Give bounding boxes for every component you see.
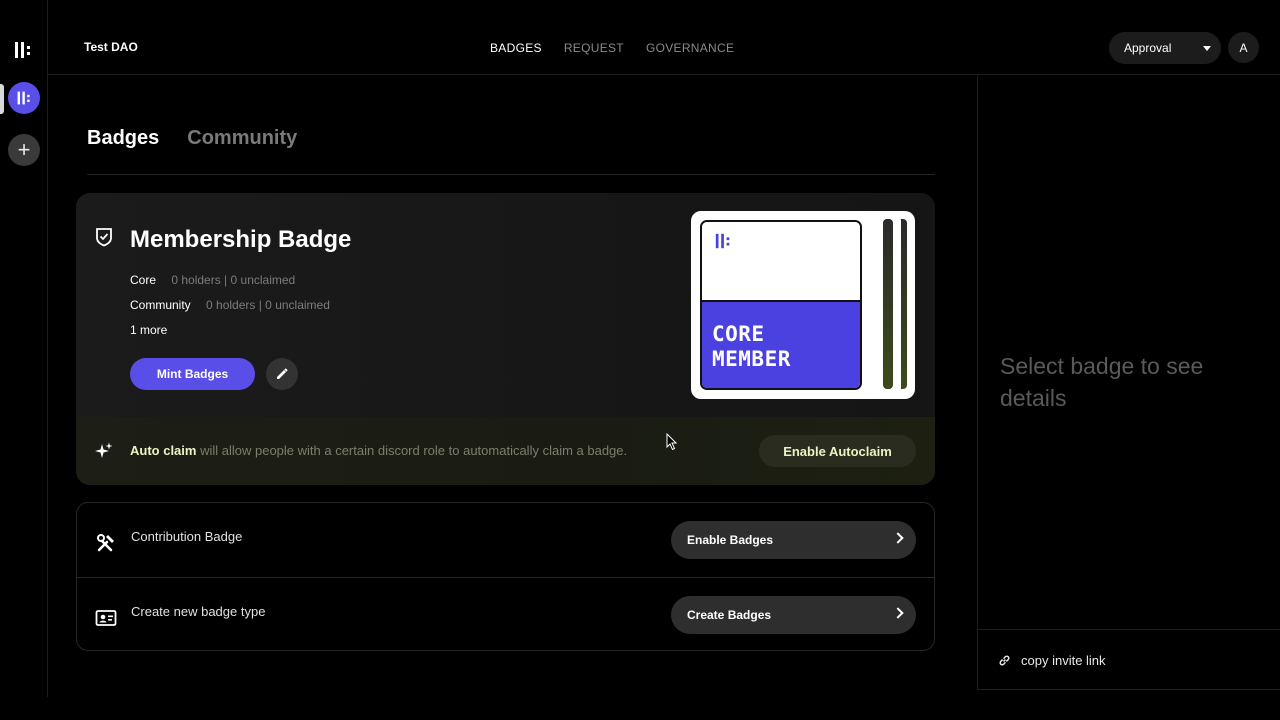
chevron-right-icon bbox=[892, 532, 904, 544]
more-roles-link[interactable]: 1 more bbox=[130, 323, 167, 337]
dao-logo-icon bbox=[17, 91, 30, 105]
nav-request[interactable]: REQUEST bbox=[564, 41, 624, 55]
badge-type-label: Create new badge type bbox=[131, 604, 266, 619]
role-name: Core bbox=[130, 273, 157, 287]
top-bar: Test DAO BADGES REQUEST GOVERNANCE Appro… bbox=[48, 0, 1280, 75]
nav-governance[interactable]: GOVERNANCE bbox=[646, 41, 734, 55]
role-stats: 0 holders | 0 unclaimed bbox=[171, 273, 296, 287]
button-label: Enable Badges bbox=[687, 533, 774, 547]
tools-icon bbox=[97, 534, 114, 552]
autoclaim-text: will allow people with a certain discord… bbox=[196, 443, 628, 458]
pencil-icon bbox=[277, 368, 288, 379]
approval-dropdown[interactable]: Approval bbox=[1109, 32, 1221, 64]
badge-type-label: Contribution Badge bbox=[131, 529, 243, 544]
approval-label: Approval bbox=[1124, 41, 1172, 55]
caret-down-icon bbox=[1203, 46, 1211, 51]
badge-card-front: CORE MEMBER bbox=[691, 211, 871, 399]
mouse-cursor-icon bbox=[666, 433, 678, 451]
active-indicator bbox=[0, 84, 4, 114]
role-name: Community bbox=[130, 298, 191, 312]
enable-autoclaim-button[interactable]: Enable Autoclaim bbox=[759, 435, 916, 467]
tab-community[interactable]: Community bbox=[187, 127, 297, 150]
badge-logo-icon bbox=[715, 233, 730, 249]
badge-types-list: Contribution Badge Enable Badges Create … bbox=[76, 502, 935, 651]
details-panel: Select badge to see details copy invite … bbox=[977, 75, 1280, 690]
chevron-right-icon bbox=[892, 607, 904, 619]
dao-switcher-button[interactable] bbox=[8, 82, 40, 114]
shield-check-icon bbox=[96, 228, 112, 247]
role-stats: 0 holders | 0 unclaimed bbox=[206, 298, 330, 312]
details-empty-state: Select badge to see details bbox=[1000, 353, 1204, 411]
content-tabs: Badges Community bbox=[87, 127, 297, 150]
add-dao-button[interactable]: + bbox=[8, 134, 40, 166]
badge-line-2: MEMBER bbox=[712, 347, 791, 371]
autoclaim-description: Auto claim will allow people with a cert… bbox=[130, 443, 627, 458]
membership-badge-card[interactable]: Membership Badge Core 0 holders | 0 uncl… bbox=[76, 193, 935, 485]
copy-invite-label: copy invite link bbox=[1021, 652, 1106, 668]
mint-badges-button[interactable]: Mint Badges bbox=[130, 358, 255, 390]
badge-line-1: CORE bbox=[712, 322, 765, 346]
sparkle-icon bbox=[95, 442, 113, 458]
plus-icon: + bbox=[17, 137, 31, 162]
button-label: Create Badges bbox=[687, 608, 772, 622]
autoclaim-banner: Auto claim will allow people with a cert… bbox=[76, 417, 935, 485]
create-badges-button[interactable]: Create Badges bbox=[671, 596, 916, 634]
list-item: Contribution Badge Enable Badges bbox=[77, 503, 934, 577]
tab-badges[interactable]: Badges bbox=[87, 127, 159, 150]
link-icon bbox=[999, 655, 1010, 665]
copy-invite-link[interactable]: copy invite link bbox=[978, 629, 1280, 690]
autoclaim-lead: Auto claim bbox=[130, 443, 197, 458]
enable-badges-button[interactable]: Enable Badges bbox=[671, 521, 916, 559]
dao-name: Test DAO bbox=[84, 40, 138, 54]
membership-title: Membership Badge bbox=[130, 226, 352, 253]
left-rail: + bbox=[0, 0, 48, 697]
id-card-icon bbox=[95, 610, 117, 626]
avatar[interactable]: A bbox=[1228, 32, 1259, 63]
role-row: Community 0 holders | 0 unclaimed bbox=[130, 298, 330, 312]
badge-preview[interactable]: CORE MEMBER bbox=[691, 211, 921, 401]
app-logo-icon[interactable] bbox=[13, 40, 33, 60]
list-item: Create new badge type Create Badges bbox=[77, 577, 934, 651]
tabs-divider bbox=[87, 174, 935, 175]
nav-badges[interactable]: BADGES bbox=[490, 41, 542, 55]
edit-button[interactable] bbox=[266, 358, 298, 390]
main-nav: BADGES REQUEST GOVERNANCE bbox=[490, 41, 734, 55]
role-row: Core 0 holders | 0 unclaimed bbox=[130, 273, 295, 287]
